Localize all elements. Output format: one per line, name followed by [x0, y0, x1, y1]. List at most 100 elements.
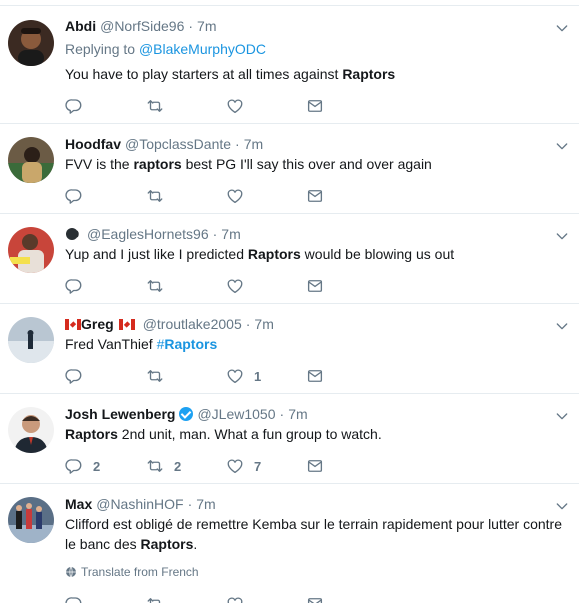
username[interactable]: @troutlake2005 [143, 314, 242, 334]
separator: · [212, 226, 218, 242]
retweet-count: 2 [174, 458, 182, 474]
username[interactable]: @NorfSide96 [100, 16, 184, 36]
retweet-button[interactable] [146, 276, 164, 296]
translate-link[interactable]: Translate from French [65, 565, 199, 579]
like-icon [226, 367, 244, 385]
reply-icon [65, 595, 83, 603]
like-button[interactable] [226, 186, 244, 206]
canada-flag-icon [118, 318, 135, 330]
tweet-item[interactable]: Josh Lewenberg @JLew1050 · 7m Raptors 2n… [0, 394, 579, 484]
retweet-button[interactable] [146, 366, 164, 386]
like-icon [226, 97, 244, 115]
timestamp[interactable]: 7m [254, 314, 273, 334]
username[interactable]: @NashinHOF [96, 494, 183, 514]
reply-button[interactable] [65, 276, 83, 296]
tweet-item[interactable]: Abdi @NorfSide96 · 7m Replying to @Blake… [0, 6, 579, 124]
tweet-actions [65, 594, 365, 603]
tweet-feed: Abdi @NorfSide96 · 7m Replying to @Blake… [0, 0, 579, 603]
display-name[interactable]: Abdi [65, 16, 96, 36]
search-term: Raptors [65, 426, 118, 442]
direct-message-button[interactable] [306, 276, 324, 296]
direct-message-button[interactable] [306, 96, 324, 116]
avatar[interactable] [8, 407, 54, 453]
reply-to-link[interactable]: @BlakeMurphyODC [139, 41, 266, 57]
chevron-down-icon[interactable] [554, 20, 570, 36]
direct-message-icon [306, 595, 324, 603]
tweet-text: Raptors 2nd unit, man. What a fun group … [65, 424, 570, 444]
direct-message-button[interactable] [306, 456, 324, 476]
retweet-button[interactable] [146, 96, 164, 116]
tweet-text: Yup and I just like I predicted Raptors … [65, 244, 570, 264]
like-button[interactable]: 7 [226, 456, 261, 476]
chevron-down-icon[interactable] [554, 408, 570, 424]
retweet-button[interactable] [146, 594, 164, 603]
username[interactable]: @EaglesHornets96 [87, 224, 209, 244]
like-button[interactable]: 1 [226, 366, 261, 386]
text-segment: Yup and I just like I predicted [65, 246, 248, 262]
tweet-text: Fred VanThief #Raptors [65, 334, 570, 354]
avatar[interactable] [8, 20, 54, 66]
direct-message-button[interactable] [306, 594, 324, 603]
chevron-down-icon[interactable] [554, 138, 570, 154]
tweet-item[interactable]: Hoodfav @TopclassDante · 7m FVV is the r… [0, 124, 579, 214]
separator: · [245, 316, 251, 332]
timestamp[interactable]: 7m [288, 404, 307, 424]
timestamp[interactable]: 7m [197, 16, 216, 36]
username[interactable]: @TopclassDante [125, 134, 231, 154]
like-count: 7 [254, 458, 262, 474]
display-name[interactable]: Greg [81, 314, 114, 334]
hashtag-link[interactable]: #Raptors [157, 336, 218, 352]
avatar[interactable] [8, 137, 54, 183]
tweet-header: Abdi @NorfSide96 · 7m [65, 16, 217, 36]
chevron-down-icon[interactable] [554, 498, 570, 514]
like-button[interactable] [226, 96, 244, 116]
retweet-button[interactable]: 2 [146, 456, 181, 476]
direct-message-button[interactable] [306, 366, 324, 386]
avatar[interactable] [8, 227, 54, 273]
chevron-down-icon[interactable] [554, 228, 570, 244]
reply-button[interactable] [65, 186, 83, 206]
text-segment: Fred VanThief [65, 336, 157, 352]
search-term: Raptors [164, 336, 218, 352]
tweet-header: Hoodfav @TopclassDante · 7m [65, 134, 263, 154]
reply-button[interactable]: 2 [65, 456, 100, 476]
reply-button[interactable] [65, 594, 83, 603]
translate-label: Translate from French [81, 565, 199, 579]
reply-icon [65, 187, 83, 205]
direct-message-icon [306, 97, 324, 115]
tweet-item[interactable]: Max @NashinHOF · 7m Clifford est obligé … [0, 484, 579, 603]
username[interactable]: @JLew1050 [197, 404, 275, 424]
tweet-actions [65, 96, 365, 116]
timestamp[interactable]: 7m [196, 494, 215, 514]
tweet-header: Max @NashinHOF · 7m [65, 494, 216, 514]
retweet-icon [146, 277, 164, 295]
like-icon [226, 187, 244, 205]
tweet-actions [65, 276, 365, 296]
display-name[interactable]: Max [65, 494, 92, 514]
like-button[interactable] [226, 594, 244, 603]
direct-message-button[interactable] [306, 186, 324, 206]
retweet-icon [146, 97, 164, 115]
separator: · [235, 136, 240, 152]
tweet-item[interactable]: @EaglesHornets96 · 7m Yup and I just lik… [0, 214, 579, 304]
text-segment: . [193, 536, 198, 552]
timestamp[interactable]: 7m [244, 134, 263, 154]
timestamp[interactable]: 7m [221, 224, 240, 244]
separator: · [188, 18, 194, 34]
direct-message-icon [306, 457, 324, 475]
search-term: Raptors [247, 246, 301, 262]
display-name[interactable]: Hoodfav [65, 134, 121, 154]
display-name[interactable]: Josh Lewenberg [65, 404, 175, 424]
tweet-header: Josh Lewenberg @JLew1050 · 7m [65, 404, 308, 424]
tweet-actions: 2 2 7 [65, 456, 365, 476]
avatar[interactable] [8, 497, 54, 543]
like-button[interactable] [226, 276, 244, 296]
retweet-button[interactable] [146, 186, 164, 206]
chevron-down-icon[interactable] [554, 318, 570, 334]
reply-button[interactable] [65, 366, 83, 386]
avatar[interactable] [8, 317, 54, 363]
text-segment: best PG I'll say this over and over agai… [181, 156, 432, 172]
separator: · [279, 406, 285, 422]
tweet-item[interactable]: Greg @troutlake2005 · 7m Fred VanThief #… [0, 304, 579, 394]
reply-button[interactable] [65, 96, 83, 116]
